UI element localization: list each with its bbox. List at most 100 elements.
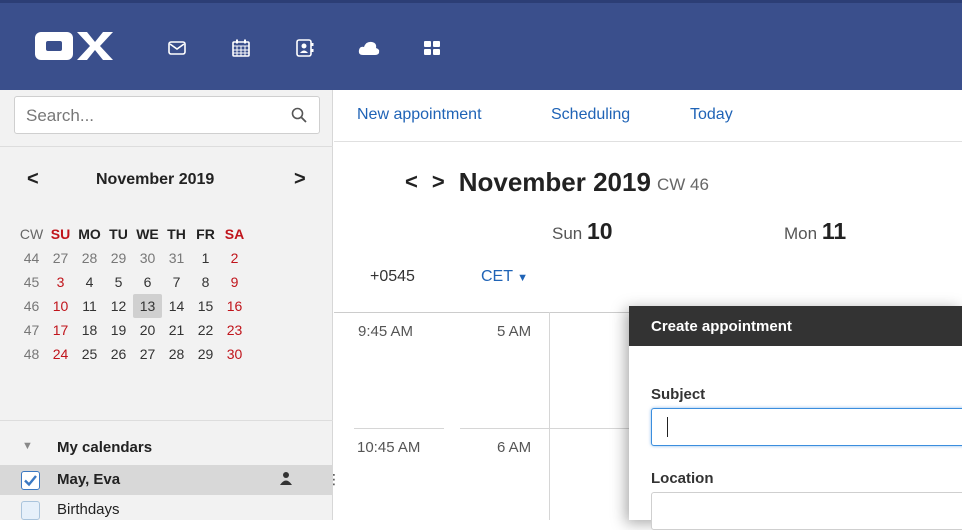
today-button[interactable]: Today: [690, 106, 733, 124]
new-appointment-button[interactable]: New appointment: [357, 106, 482, 124]
mini-calendar-day[interactable]: 10: [46, 294, 75, 318]
dialog-header: Create appointment: [629, 306, 962, 346]
mini-calendar-week: 45 3 4 5 6 7 8 9: [17, 270, 249, 294]
calendar-item-birthdays[interactable]: Birthdays: [0, 495, 333, 525]
mini-calendar-day[interactable]: 18: [75, 318, 104, 342]
calendar-week-number: 45: [23, 274, 40, 290]
scheduling-button[interactable]: Scheduling: [551, 106, 630, 124]
mini-calendar-day[interactable]: 12: [104, 294, 133, 318]
time-label-secondary: 6 AM: [497, 439, 532, 456]
mini-calendar-day[interactable]: 24: [46, 342, 75, 366]
mini-calendar-day[interactable]: 29: [191, 342, 220, 366]
prev-week-button[interactable]: <: [405, 169, 418, 195]
mini-calendar-week: 47 17 18 19 20 21 22 23: [17, 318, 249, 342]
mini-calendar-day[interactable]: 30: [133, 246, 162, 270]
text-caret: [667, 417, 668, 437]
time-label-primary: 9:45 AM: [358, 323, 414, 340]
calendar-name: Birthdays: [57, 501, 120, 518]
calendar-week-number: 48: [23, 346, 40, 362]
hour-line: [460, 428, 630, 429]
calendar-checkbox[interactable]: [21, 471, 40, 490]
weekday-header: TH: [167, 226, 186, 242]
view-title[interactable]: November 2019: [459, 167, 651, 198]
mail-icon[interactable]: [166, 37, 188, 59]
mini-calendar-day[interactable]: 29: [104, 246, 133, 270]
search-input[interactable]: Search...: [14, 96, 320, 134]
weekday-header: SU: [50, 226, 71, 242]
mini-calendar-header-row: CW SU MO TU WE TH FR SA: [17, 222, 249, 246]
cloud-icon[interactable]: [358, 37, 380, 59]
calendar-toolbar: New appointment Scheduling Today: [334, 90, 962, 142]
mini-calendar-header: < November 2019 >: [0, 160, 333, 200]
ox-logo[interactable]: [33, 27, 117, 65]
mini-calendar-day[interactable]: 9: [220, 270, 249, 294]
timezone-select[interactable]: CET ▼: [481, 268, 528, 286]
calendar-week-label: CW 46: [656, 175, 709, 194]
weekday-header: FR: [196, 226, 215, 242]
calendar-checkbox[interactable]: [21, 501, 40, 520]
sidebar-divider: [0, 420, 333, 421]
mini-next-month-button[interactable]: >: [294, 168, 306, 191]
mini-calendar-day[interactable]: 17: [46, 318, 75, 342]
mini-calendar-day[interactable]: 25: [75, 342, 104, 366]
mini-calendar-day[interactable]: 5: [104, 270, 133, 294]
mini-calendar-title[interactable]: November 2019: [96, 171, 214, 189]
search-icon[interactable]: [291, 107, 307, 128]
mini-calendar-day[interactable]: 3: [46, 270, 75, 294]
calendar-icon[interactable]: [230, 37, 252, 59]
mini-calendar-day[interactable]: 20: [133, 318, 162, 342]
mini-calendar-day[interactable]: 30: [220, 342, 249, 366]
day-header-sun[interactable]: Sun 10: [552, 218, 613, 245]
mini-prev-month-button[interactable]: <: [27, 168, 39, 191]
calendar-week-number: 47: [23, 322, 40, 338]
search-placeholder: Search...: [26, 106, 95, 125]
next-week-button[interactable]: >: [432, 169, 445, 195]
mini-calendar-day[interactable]: 21: [162, 318, 191, 342]
mini-calendar-day[interactable]: 7: [162, 270, 191, 294]
mini-calendar-day-selected[interactable]: 13: [133, 294, 162, 318]
subject-label: Subject: [651, 386, 706, 403]
calendar-name: May, Eva: [57, 471, 121, 488]
mini-calendar-day[interactable]: 14: [162, 294, 191, 318]
contacts-icon[interactable]: [294, 37, 316, 59]
calendar-options-icon[interactable]: ⋮: [327, 471, 341, 488]
day-header-mon[interactable]: Mon 11: [784, 218, 846, 245]
shared-person-icon: [280, 471, 292, 490]
mini-calendar-day[interactable]: 4: [75, 270, 104, 294]
mini-calendar-day[interactable]: 27: [133, 342, 162, 366]
mini-calendar-day[interactable]: 28: [75, 246, 104, 270]
hour-line: [354, 428, 444, 429]
mini-calendar-day[interactable]: 19: [104, 318, 133, 342]
mini-calendar-day[interactable]: 1: [191, 246, 220, 270]
calendar-item-may-eva[interactable]: May, Eva ⋮: [0, 465, 341, 495]
calendar-week-number: 44: [23, 250, 40, 266]
apps-grid-icon[interactable]: [421, 37, 443, 59]
day-number: 11: [821, 218, 847, 244]
mini-calendar-day[interactable]: 31: [162, 246, 191, 270]
location-input[interactable]: [651, 492, 962, 530]
mini-calendar-day[interactable]: 22: [191, 318, 220, 342]
mini-calendar-day[interactable]: 6: [133, 270, 162, 294]
mini-calendar-day[interactable]: 26: [104, 342, 133, 366]
mini-calendar-day[interactable]: 2: [220, 246, 249, 270]
mini-calendar-day[interactable]: 16: [220, 294, 249, 318]
location-label: Location: [651, 470, 714, 487]
mini-calendar-day[interactable]: 28: [162, 342, 191, 366]
mini-calendar-day[interactable]: 27: [46, 246, 75, 270]
subject-input[interactable]: [651, 408, 962, 446]
sidebar-divider: [0, 146, 333, 147]
my-calendars-label: My calendars: [57, 439, 153, 456]
day-of-week: Sun: [552, 224, 583, 243]
mini-calendar-day[interactable]: 8: [191, 270, 220, 294]
collapse-triangle-icon[interactable]: ▼: [22, 440, 33, 452]
mini-calendar-day[interactable]: 15: [191, 294, 220, 318]
mini-calendar: CW SU MO TU WE TH FR SA 44 27 28 29 30 3…: [17, 222, 249, 366]
calendar-week-number: 46: [23, 298, 40, 314]
mini-calendar-week: 48 24 25 26 27 28 29 30: [17, 342, 249, 366]
day-column-divider: [549, 312, 550, 520]
weekday-header: MO: [78, 226, 101, 242]
my-calendars-header[interactable]: ▼ My calendars: [0, 433, 333, 463]
time-label-secondary: 5 AM: [497, 323, 532, 340]
mini-calendar-day[interactable]: 23: [220, 318, 249, 342]
mini-calendar-day[interactable]: 11: [75, 294, 104, 318]
